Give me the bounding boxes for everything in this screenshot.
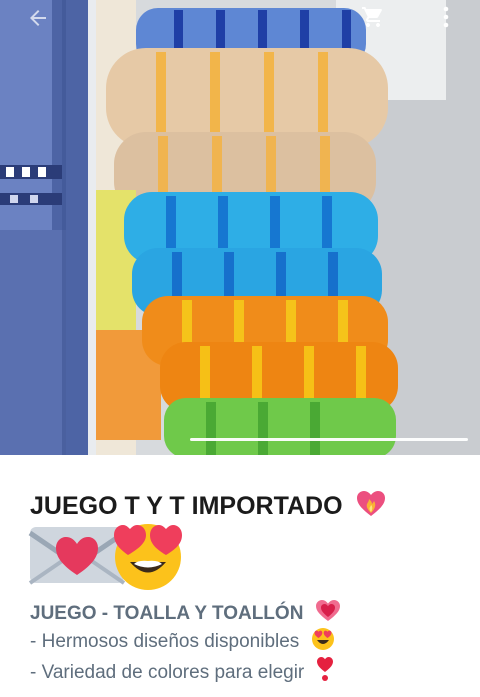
smiling-face-with-heart-eyes-icon bbox=[108, 515, 190, 598]
product-details: JUEGO T Y T IMPORTADO JUEGO - TOALLA Y T… bbox=[0, 455, 480, 697]
smiling-face-with-heart-eyes-small-icon bbox=[311, 627, 335, 659]
gallery-photo-current[interactable] bbox=[96, 0, 480, 455]
gallery-photo-previous[interactable] bbox=[0, 0, 88, 455]
heart-on-fire-icon bbox=[356, 490, 386, 527]
product-subtitle-text: JUEGO - TOALLA Y TOALLÓN bbox=[30, 603, 304, 624]
product-bullet-designs-text: - Hermosos diseños disponibles bbox=[30, 631, 300, 652]
shopping-cart-icon[interactable] bbox=[358, 2, 388, 32]
heart-exclamation-icon bbox=[316, 656, 334, 690]
image-gallery[interactable] bbox=[0, 0, 480, 455]
gallery-scroll-indicator bbox=[190, 438, 468, 441]
product-bullet-colors: - Variedad de colores para elegir bbox=[30, 656, 334, 690]
more-vertical-icon[interactable] bbox=[436, 2, 456, 32]
blue-towel-photo bbox=[0, 0, 88, 455]
title-emoji-row bbox=[28, 515, 228, 591]
product-bullet-colors-text: - Variedad de colores para elegir bbox=[30, 662, 305, 683]
product-bullet-designs: - Hermosos diseños disponibles bbox=[30, 627, 335, 659]
back-arrow-icon[interactable] bbox=[22, 2, 54, 34]
towel-stack-photo bbox=[96, 0, 480, 455]
